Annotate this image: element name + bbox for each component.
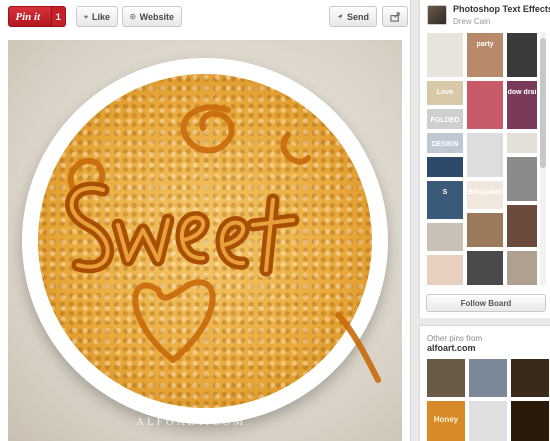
other-pin-thumbnail[interactable] xyxy=(510,400,550,441)
watermark: ALFOART.COM xyxy=(136,416,247,428)
board-pin-thumbnail[interactable] xyxy=(466,212,504,248)
honey-lettering xyxy=(65,104,381,383)
board-pin-thumbnail[interactable] xyxy=(426,254,464,286)
board-pin-thumbnail-text: dow drai xyxy=(507,89,537,96)
board-pin-thumbnail[interactable] xyxy=(466,80,504,130)
board-pin-thumbnail[interactable] xyxy=(506,250,538,286)
board-scrollbar[interactable] xyxy=(540,32,546,286)
board-pin-thumbnail[interactable]: DESIGN xyxy=(426,132,464,154)
board-pin-thumbnail[interactable]: Bodypaint xyxy=(466,180,504,210)
avatar[interactable] xyxy=(427,5,447,25)
board-pin-thumbnail[interactable]: FOLDED xyxy=(426,108,464,130)
board-pin-thumbnail-text: FOLDED xyxy=(430,117,460,124)
pin-count: 1 xyxy=(50,7,65,26)
send-icon xyxy=(337,14,343,19)
other-pin-thumbnail[interactable] xyxy=(510,358,550,398)
board-pin-thumbnail[interactable] xyxy=(506,132,538,154)
other-pins-label: Other pins from xyxy=(427,334,483,343)
other-pin-thumbnail[interactable] xyxy=(468,400,508,441)
pin-column: Pin it 1 Like Website Send ALFOART.COM xyxy=(0,0,411,441)
board-pin-thumbnail-text: Bodypaint xyxy=(467,189,503,196)
follow-board-button[interactable]: Follow Board xyxy=(426,294,546,312)
pin-it-button[interactable]: Pin it 1 xyxy=(8,6,66,27)
board-panel: Photoshop Text Effects Drew Cain party Lo… xyxy=(419,0,550,318)
like-button[interactable]: Like xyxy=(76,6,118,27)
board-pin-thumbnail[interactable] xyxy=(506,204,538,248)
board-thumbnails: party Love dow drai FOLDED DESIGN S Bodypaint xyxy=(426,32,538,286)
scrollbar-thumb[interactable] xyxy=(540,38,546,168)
board-header[interactable]: Photoshop Text Effects Drew Cain xyxy=(425,4,550,30)
website-label: Website xyxy=(139,11,174,22)
like-label: Like xyxy=(91,11,110,22)
other-pin-thumbnail[interactable] xyxy=(426,358,466,398)
board-pin-thumbnail-text: DESIGN xyxy=(431,141,459,148)
send-label: Send xyxy=(346,11,369,22)
board-pin-thumbnail[interactable] xyxy=(426,222,464,252)
board-pin-thumbnail[interactable]: Love xyxy=(426,80,464,106)
other-pins-thumbnails: Honey xyxy=(426,358,550,441)
board-owner[interactable]: Drew Cain xyxy=(453,17,490,26)
share-icon xyxy=(389,11,400,22)
share-button[interactable] xyxy=(382,6,408,27)
pin-image[interactable]: ALFOART.COM xyxy=(8,40,402,441)
board-pin-thumbnail[interactable]: party xyxy=(466,32,504,78)
other-pin-thumbnail[interactable]: Honey xyxy=(426,400,466,441)
pin-it-label: Pin it xyxy=(15,10,41,23)
website-button[interactable]: Website xyxy=(122,6,182,27)
board-pin-thumbnail[interactable]: dow drai xyxy=(506,80,538,130)
board-title[interactable]: Photoshop Text Effects xyxy=(453,4,550,14)
pin-toolbar: Pin it 1 Like Website Send xyxy=(8,6,408,28)
send-button[interactable]: Send xyxy=(329,6,377,27)
globe-icon xyxy=(130,13,136,20)
board-pin-thumbnail[interactable] xyxy=(466,250,504,286)
board-pin-thumbnail[interactable] xyxy=(426,32,464,78)
board-pin-thumbnail[interactable] xyxy=(426,156,464,178)
other-pins-source[interactable]: alfoart.com xyxy=(427,343,476,353)
heart-icon xyxy=(84,15,88,19)
board-pin-thumbnail[interactable] xyxy=(506,32,538,78)
board-pin-thumbnail-text: party xyxy=(476,41,494,48)
board-pin-thumbnail[interactable] xyxy=(466,132,504,178)
board-pin-thumbnail[interactable]: S xyxy=(426,180,464,220)
other-pin-thumbnail[interactable] xyxy=(468,358,508,398)
board-pin-thumbnail-text: S xyxy=(442,189,448,196)
other-pin-thumbnail-text: Honey xyxy=(433,415,459,424)
board-pin-thumbnail-text: Love xyxy=(436,89,454,96)
pin-page: Pin it 1 Like Website Send ALFOART.COM P… xyxy=(0,0,550,441)
other-pins-panel: Other pins from alfoart.com Honey xyxy=(419,325,550,441)
board-pin-thumbnail[interactable] xyxy=(506,156,538,202)
